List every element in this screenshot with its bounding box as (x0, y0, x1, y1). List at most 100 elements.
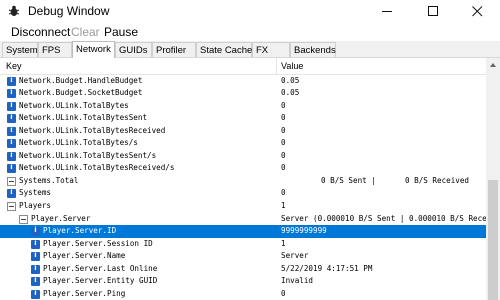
tab-system[interactable]: System (2, 42, 38, 57)
maximize-button[interactable] (411, 0, 457, 23)
info-icon (31, 289, 40, 299)
row-value: 0.05 (281, 75, 300, 85)
row-key: Network.ULink.TotalBytes/s (19, 138, 138, 148)
title-bar: Debug Window (0, 0, 500, 23)
window-title: Debug Window (28, 4, 110, 18)
minimize-button[interactable] (365, 0, 411, 23)
row-value: 1 (281, 238, 286, 248)
row-key: Network.ULink.TotalBytesReceived (19, 125, 166, 135)
info-icon (31, 239, 40, 249)
info-icon (7, 151, 16, 161)
clear-button[interactable]: Clear (71, 25, 100, 39)
tab-state-cache[interactable]: State Cache (196, 42, 252, 57)
row-value: 0 (281, 150, 286, 160)
row-value-secondary: 0 B/S Received (405, 175, 470, 185)
close-button[interactable] (455, 0, 500, 23)
info-icon (7, 88, 16, 99)
maximize-icon (428, 6, 438, 16)
vertical-scrollbar[interactable] (486, 58, 500, 300)
scroll-up-arrow-icon[interactable] (486, 58, 500, 72)
table-row[interactable]: Network.ULink.TotalBytesSent 0 (0, 112, 486, 125)
value-column-header[interactable]: Value (281, 61, 303, 71)
row-key: Network.Budget.SocketBudget (19, 88, 143, 98)
row-value: Server (0.000010 B/S Sent | 0.000010 B/S… (281, 213, 486, 223)
row-value: 0 (281, 113, 286, 123)
row-value: Invalid (281, 276, 314, 286)
table-row[interactable]: Network.ULink.TotalBytes 0 (0, 100, 486, 113)
disconnect-button[interactable]: Disconnect (11, 25, 70, 39)
tab-network[interactable]: Network (72, 41, 115, 58)
row-key: Players (19, 201, 52, 210)
row-key: Player.Server (31, 213, 91, 223)
row-key: Player.Server.Entity GUID (43, 276, 158, 286)
row-key: Player.Server.Session ID (43, 238, 153, 248)
table-row[interactable]: Network.ULink.TotalBytesSent/s 0 (0, 150, 486, 163)
info-icon (31, 264, 40, 274)
row-key: Player.Server.Last Online (43, 263, 158, 273)
info-icon (7, 126, 16, 136)
row-value: 0 (281, 188, 286, 198)
info-icon (7, 138, 16, 149)
scrollbar-thumb[interactable] (488, 180, 498, 300)
expand-icon[interactable] (7, 176, 16, 186)
table-row[interactable]: Network.Budget.HandleBudget 0.05 (0, 75, 486, 88)
key-value-grid: Key Value Network.Budget.HandleBudget 0.0… (0, 58, 486, 300)
row-value: 0 (281, 100, 286, 110)
row-value: 0 (281, 163, 286, 173)
info-icon (31, 276, 40, 287)
tab-profiler[interactable]: Profiler (152, 42, 196, 57)
table-row[interactable]: Player.Server.Last Online 5/22/2019 4:17:… (0, 263, 486, 276)
table-row[interactable]: Network.Budget.SocketBudget 0.05 (0, 87, 486, 100)
info-icon (7, 163, 16, 174)
table-row[interactable]: Player.Server.ID 9999999999 (0, 225, 486, 238)
row-value: Server (281, 251, 309, 261)
info-icon (7, 101, 16, 111)
row-value: 0.05 (281, 88, 300, 98)
minimize-icon (382, 11, 392, 12)
table-row[interactable]: Network.ULink.TotalBytesReceived/s 0 (0, 162, 486, 175)
table-row[interactable]: Player.Server.Entity GUID Invalid (0, 275, 486, 288)
tab-backends[interactable]: Backends (290, 42, 336, 57)
table-row[interactable]: Player.Server.Ping 0 (0, 288, 486, 300)
expand-icon[interactable] (19, 214, 28, 224)
row-value: 0 (281, 125, 286, 135)
menu-bar: Disconnect Clear Pause (0, 23, 500, 41)
table-row[interactable]: Systems.Total 0 B/S Sent | 0 B/S Received (0, 175, 486, 188)
table-row[interactable]: Player.Server.Session ID 1 (0, 238, 486, 251)
pause-button[interactable]: Pause (104, 25, 138, 39)
table-row[interactable]: Systems 0 (0, 187, 486, 200)
row-key: Network.ULink.TotalBytesSent (19, 113, 148, 123)
tab-strip: System FPS Network GUIDs Profiler State … (0, 41, 500, 58)
column-divider[interactable] (276, 58, 277, 74)
row-key: Player.Server.Name (43, 251, 126, 261)
info-icon (31, 226, 40, 237)
table-row[interactable]: Player.Server.Name Server (0, 250, 486, 263)
row-key: Network.Budget.HandleBudget (19, 75, 143, 85)
row-value: 0 (281, 138, 286, 148)
row-key: Network.ULink.TotalBytesSent/s (19, 150, 157, 160)
row-value: 5/22/2019 4:17:51 PM (281, 263, 373, 273)
row-value: 0 B/S Sent | (321, 175, 376, 185)
table-row[interactable]: Network.ULink.TotalBytes/s 0 (0, 137, 486, 150)
table-row[interactable]: Player.Server Server (0.000010 B/S Sent |… (0, 213, 486, 226)
row-value: 9999999999 (281, 226, 327, 236)
key-column-header[interactable]: Key (6, 61, 22, 71)
row-value: 1 (281, 201, 286, 210)
row-key: Systems.Total (19, 175, 79, 185)
grid-header: Key Value (0, 58, 486, 75)
row-key: Network.ULink.TotalBytesReceived/s (19, 163, 175, 173)
tab-guids[interactable]: GUIDs (115, 42, 152, 57)
row-key: Player.Server.ID (43, 226, 117, 236)
tab-fx[interactable]: FX (252, 42, 290, 57)
row-key: Systems (19, 188, 52, 198)
table-row[interactable]: Network.ULink.TotalBytesReceived 0 (0, 125, 486, 138)
tab-fps[interactable]: FPS (38, 42, 72, 57)
info-icon (31, 251, 40, 262)
info-icon (7, 76, 16, 86)
info-icon (7, 113, 16, 124)
close-icon (472, 6, 483, 17)
bug-icon (8, 5, 20, 16)
row-key: Network.ULink.TotalBytes (19, 100, 129, 110)
expand-icon[interactable] (7, 202, 16, 211)
table-row[interactable]: Players 1 (0, 200, 486, 213)
